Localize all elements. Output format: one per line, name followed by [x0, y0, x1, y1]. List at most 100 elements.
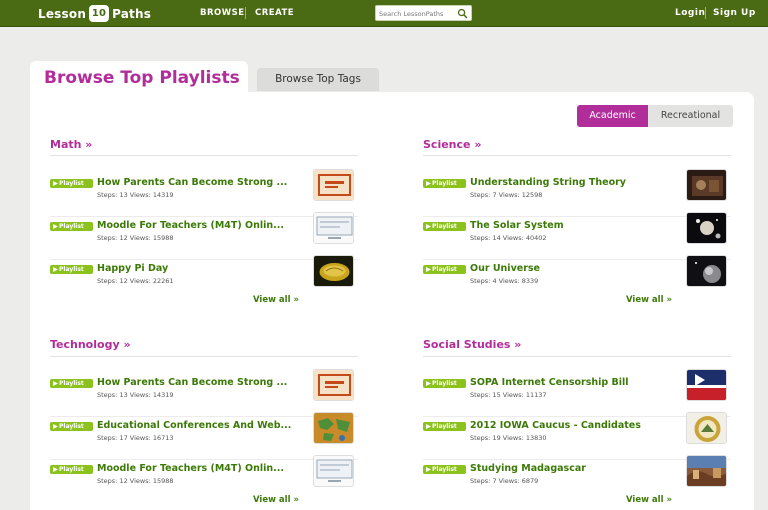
playlist-title-link[interactable]: The Solar System	[470, 220, 564, 231]
playlist-meta: Steps: 15 Views: 11137	[470, 391, 547, 399]
thumbnail-pie-icon[interactable]	[313, 255, 354, 287]
playlist-badge: Playlist	[423, 422, 466, 431]
playlist-badge: Playlist	[423, 222, 466, 231]
playlist-badge: Playlist	[50, 379, 93, 388]
lessonpaths-logo[interactable]: Lesson 10 Paths	[38, 4, 151, 23]
category-title-science[interactable]: Science »	[423, 138, 481, 151]
tab-label: Browse Top Playlists	[44, 68, 240, 88]
thumbnail-map-icon[interactable]	[313, 412, 354, 444]
playlist-meta: Steps: 7 Views: 12598	[470, 191, 543, 199]
play-icon	[426, 467, 431, 472]
playlist-row[interactable]: Playlist Moodle For Teachers (M4T) Onlin…	[50, 455, 358, 503]
playlist-meta: Steps: 4 Views: 8339	[470, 277, 539, 285]
playlist-badge: Playlist	[423, 465, 466, 474]
playlist-meta: Steps: 12 Views: 15988	[97, 234, 174, 242]
thumbnail-dark-icon[interactable]	[686, 169, 727, 201]
search-box	[375, 5, 472, 21]
thumbnail-planet-icon[interactable]	[686, 255, 727, 287]
view-all-link[interactable]: View all »	[253, 295, 299, 305]
nav-create-link[interactable]: CREATE	[255, 8, 294, 18]
playlist-meta: Steps: 17 Views: 16713	[97, 434, 174, 442]
playlist-badge: Playlist	[423, 179, 466, 188]
play-icon	[53, 381, 58, 386]
divider	[423, 259, 731, 260]
play-icon	[426, 181, 431, 186]
playlist-title-link[interactable]: Educational Conferences And Web...	[97, 420, 291, 431]
playlist-row[interactable]: Playlist 2012 IOWA Caucus - Candidates S…	[423, 412, 731, 460]
search-input[interactable]	[379, 8, 457, 19]
playlist-row[interactable]: Playlist Moodle For Teachers (M4T) Onlin…	[50, 212, 358, 260]
playlist-title-link[interactable]: How Parents Can Become Strong ...	[97, 177, 287, 188]
playlist-badge: Playlist	[423, 265, 466, 274]
category-title-social-studies[interactable]: Social Studies »	[423, 338, 521, 351]
tab-browse-top-tags[interactable]: Browse Top Tags	[257, 68, 379, 91]
playlist-meta: Steps: 14 Views: 40402	[470, 234, 547, 242]
playlist-title-link[interactable]: Happy Pi Day	[97, 263, 168, 274]
playlist-meta: Steps: 12 Views: 22261	[97, 277, 174, 285]
playlist-row[interactable]: Playlist Understanding String Theory Ste…	[423, 169, 731, 217]
playlist-title-link[interactable]: How Parents Can Become Strong ...	[97, 377, 287, 388]
tab-browse-top-playlists[interactable]: Browse Top Playlists	[30, 61, 248, 97]
thumbnail-seal-icon[interactable]	[686, 412, 727, 444]
playlist-row[interactable]: Playlist Happy Pi Day Steps: 12 Views: 2…	[50, 255, 358, 303]
playlist-row[interactable]: Playlist The Solar System Steps: 14 View…	[423, 212, 731, 260]
divider	[423, 459, 731, 460]
divider	[50, 356, 358, 357]
search-icon[interactable]	[457, 8, 468, 19]
playlist-meta: Steps: 13 Views: 14319	[97, 391, 174, 399]
playlist-badge: Playlist	[50, 265, 93, 274]
playlist-row[interactable]: Playlist How Parents Can Become Strong .…	[50, 169, 358, 217]
playlist-title-link[interactable]: Our Universe	[470, 263, 540, 274]
view-all-link[interactable]: View all »	[626, 495, 672, 505]
thumbnail-board-icon[interactable]	[313, 369, 354, 401]
login-link[interactable]: Login	[675, 8, 705, 18]
recreational-toggle-button[interactable]: Recreational	[648, 105, 733, 127]
playlist-badge: Playlist	[50, 179, 93, 188]
category-title-math[interactable]: Math »	[50, 138, 92, 151]
divider	[50, 459, 358, 460]
play-icon	[53, 224, 58, 229]
academic-toggle-button[interactable]: Academic	[577, 105, 648, 127]
playlist-title-link[interactable]: Understanding String Theory	[470, 177, 626, 188]
playlist-title-link[interactable]: 2012 IOWA Caucus - Candidates	[470, 420, 641, 431]
play-icon	[426, 424, 431, 429]
playlist-badge: Playlist	[50, 422, 93, 431]
playlist-badge: Playlist	[423, 379, 466, 388]
top-nav-bar: Lesson 10 Paths BROWSE CREATE Login Sign…	[0, 0, 768, 27]
playlist-meta: Steps: 7 Views: 6879	[470, 477, 539, 485]
thumbnail-photo-icon[interactable]	[686, 455, 727, 487]
play-icon	[53, 424, 58, 429]
play-icon	[53, 267, 58, 272]
thumbnail-space-icon[interactable]	[686, 212, 727, 244]
view-all-link[interactable]: View all »	[253, 495, 299, 505]
playlist-row[interactable]: Playlist Our Universe Steps: 4 Views: 83…	[423, 255, 731, 303]
playlist-row[interactable]: Playlist SOPA Internet Censorship Bill S…	[423, 369, 731, 417]
playlist-title-link[interactable]: Moodle For Teachers (M4T) Onlin...	[97, 220, 284, 231]
signup-link[interactable]: Sign Up	[713, 8, 756, 18]
divider	[423, 216, 731, 217]
category-title-technology[interactable]: Technology »	[50, 338, 131, 351]
nav-browse-link[interactable]: BROWSE	[200, 8, 245, 18]
playlist-badge: Playlist	[50, 465, 93, 474]
logo-mark-icon: 10	[89, 5, 110, 22]
nav-divider	[245, 7, 246, 19]
playlist-row[interactable]: Playlist How Parents Can Become Strong .…	[50, 369, 358, 417]
divider	[423, 416, 731, 417]
playlist-row[interactable]: Playlist Studying Madagascar Steps: 7 Vi…	[423, 455, 731, 503]
playlist-meta: Steps: 19 Views: 13830	[470, 434, 547, 442]
thumbnail-screen-icon[interactable]	[313, 455, 354, 487]
play-icon	[426, 381, 431, 386]
playlist-meta: Steps: 12 Views: 15988	[97, 477, 174, 485]
playlist-title-link[interactable]: Studying Madagascar	[470, 463, 586, 474]
divider	[50, 416, 358, 417]
thumbnail-flag-icon[interactable]	[686, 369, 727, 401]
playlist-title-link[interactable]: Moodle For Teachers (M4T) Onlin...	[97, 463, 284, 474]
thumbnail-screen-icon[interactable]	[313, 212, 354, 244]
logo-text-left: Lesson	[38, 6, 87, 21]
playlist-row[interactable]: Playlist Educational Conferences And Web…	[50, 412, 358, 460]
view-all-link[interactable]: View all »	[626, 295, 672, 305]
playlist-title-link[interactable]: SOPA Internet Censorship Bill	[470, 377, 629, 388]
divider	[50, 155, 358, 156]
logo-text-right: Paths	[112, 6, 152, 21]
thumbnail-board-icon[interactable]	[313, 169, 354, 201]
